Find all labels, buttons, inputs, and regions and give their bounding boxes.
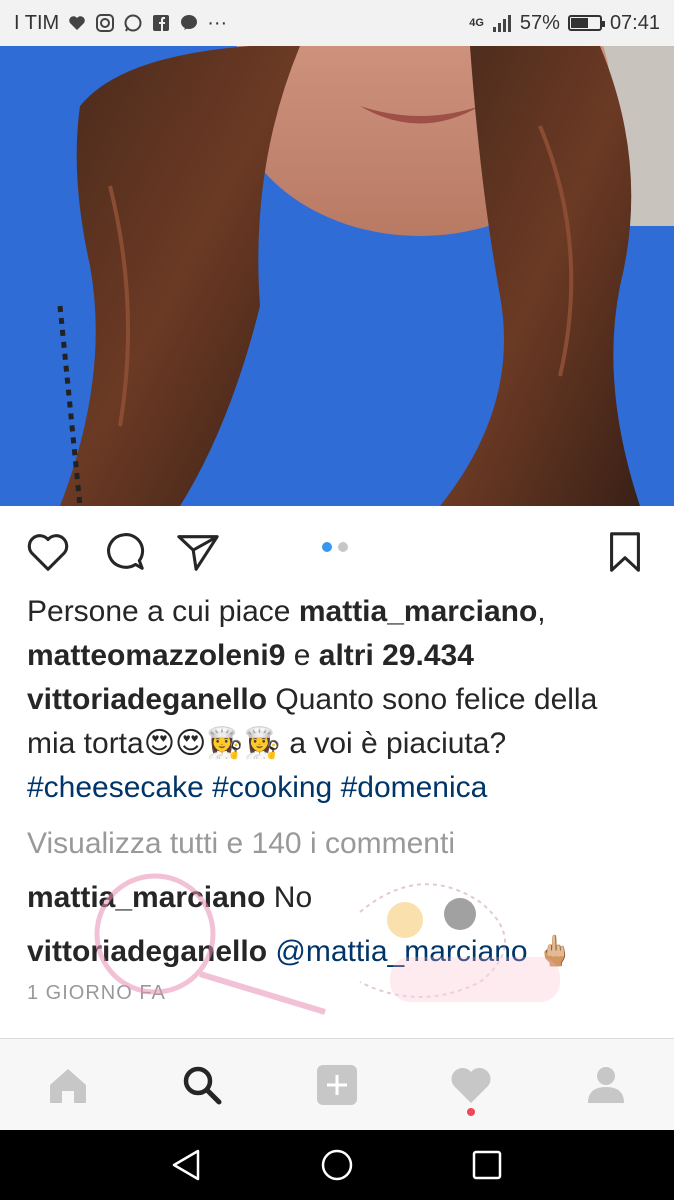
facebook-notification-icon [151, 13, 171, 33]
comment-text: No [265, 881, 313, 914]
status-left: I TIM ··· [14, 12, 227, 35]
caption-text: a voi è piaciuta? [280, 727, 507, 760]
battery-fill [570, 18, 589, 28]
activity-icon [451, 1067, 491, 1103]
caption-text: Quanto sono felice della [267, 683, 598, 716]
likes-others-link[interactable]: altri 29.434 [319, 639, 474, 672]
more-notifications: ··· [207, 11, 228, 34]
carousel-indicator [322, 542, 348, 552]
whatsapp-notification-icon [123, 13, 143, 33]
post-timestamp: 1 GIORNO FA [27, 982, 166, 1004]
like-button[interactable] [24, 528, 72, 576]
send-icon [177, 535, 219, 571]
comment-icon [107, 533, 145, 570]
messenger-notification-icon [179, 13, 199, 33]
status-bar: I TIM ··· 4G 57% 07:41 [0, 0, 674, 46]
caption-emojis: 😍😍👩‍🍳👩‍🍳 [143, 726, 281, 761]
recents-square-icon [472, 1150, 502, 1180]
signal-icon [492, 13, 512, 33]
likes-prefix: Persone a cui piace [27, 595, 299, 628]
nav-search[interactable] [178, 1061, 226, 1109]
hashtag-link[interactable]: #domenica [341, 771, 488, 804]
back-triangle-icon [172, 1149, 200, 1181]
profile-icon [588, 1067, 624, 1103]
carousel-dot-active [322, 542, 332, 552]
android-back-button[interactable] [168, 1147, 204, 1183]
comment-row: mattia_marciano No [27, 876, 657, 920]
add-icon [317, 1065, 357, 1105]
home-icon [50, 1069, 86, 1103]
activity-notification-dot [467, 1108, 475, 1116]
instagram-notification-icon [95, 13, 115, 33]
heart-icon [27, 534, 69, 571]
battery-percent: 57% [519, 11, 560, 34]
status-right: 4G 57% 07:41 [469, 12, 660, 35]
search-icon [183, 1066, 222, 1105]
caption-username[interactable]: vittoriadeganello [27, 683, 267, 716]
likes-separator: , [537, 595, 546, 628]
nav-profile[interactable] [582, 1061, 630, 1109]
save-button[interactable] [601, 528, 649, 576]
view-all-comments-link[interactable]: Visualizza tutti e 140 i commenti [27, 822, 657, 866]
home-circle-icon [321, 1149, 353, 1181]
network-label: 4G [469, 17, 484, 29]
caption-line-2: mia torta😍😍👩‍🍳👩‍🍳 a voi è piaciuta? [27, 722, 657, 766]
liker-link[interactable]: matteomazzoleni9 [27, 639, 285, 672]
likes-line-1: Persone a cui piace mattia_marciano, [27, 590, 657, 634]
android-navigation-bar [0, 1130, 674, 1200]
hashtags-line: #cheesecake #cooking #domenica [27, 766, 657, 810]
android-recents-button[interactable] [469, 1147, 505, 1183]
bottom-navigation [0, 1038, 674, 1130]
carousel-dot [338, 542, 348, 552]
carrier-label: I TIM [14, 11, 60, 34]
caption-text: mia torta [27, 727, 144, 760]
photo-illustration [0, 46, 674, 506]
hashtag-link[interactable]: #cheesecake [27, 771, 204, 804]
share-button[interactable] [174, 528, 222, 576]
android-home-button[interactable] [319, 1147, 355, 1183]
caption-line-1: vittoriadeganello Quanto sono felice del… [27, 678, 657, 722]
bookmark-icon [610, 532, 640, 572]
post-details: Persone a cui piace mattia_marciano, mat… [27, 590, 657, 1008]
likes-conjunction: e [285, 639, 319, 672]
heart-notification-icon [67, 13, 87, 33]
post-photo[interactable] [0, 46, 674, 506]
nav-activity[interactable] [447, 1061, 495, 1109]
nav-add[interactable] [313, 1061, 361, 1109]
comment-row: vittoriadeganello @mattia_marciano 🖕🏼 [27, 930, 657, 974]
comment-username[interactable]: vittoriadeganello [27, 935, 267, 968]
comment-mention[interactable]: @mattia_marciano [267, 935, 536, 968]
comment-button[interactable] [100, 528, 148, 576]
battery-icon [567, 15, 605, 31]
nav-home[interactable] [44, 1061, 92, 1109]
clock: 07:41 [609, 11, 660, 34]
comment-emoji: 🖕🏼 [535, 934, 574, 969]
liker-link[interactable]: mattia_marciano [299, 595, 537, 628]
hashtag-link[interactable]: #cooking [212, 771, 332, 804]
likes-line-2: matteomazzoleni9 e altri 29.434 [27, 634, 657, 678]
comment-username[interactable]: mattia_marciano [27, 881, 265, 914]
